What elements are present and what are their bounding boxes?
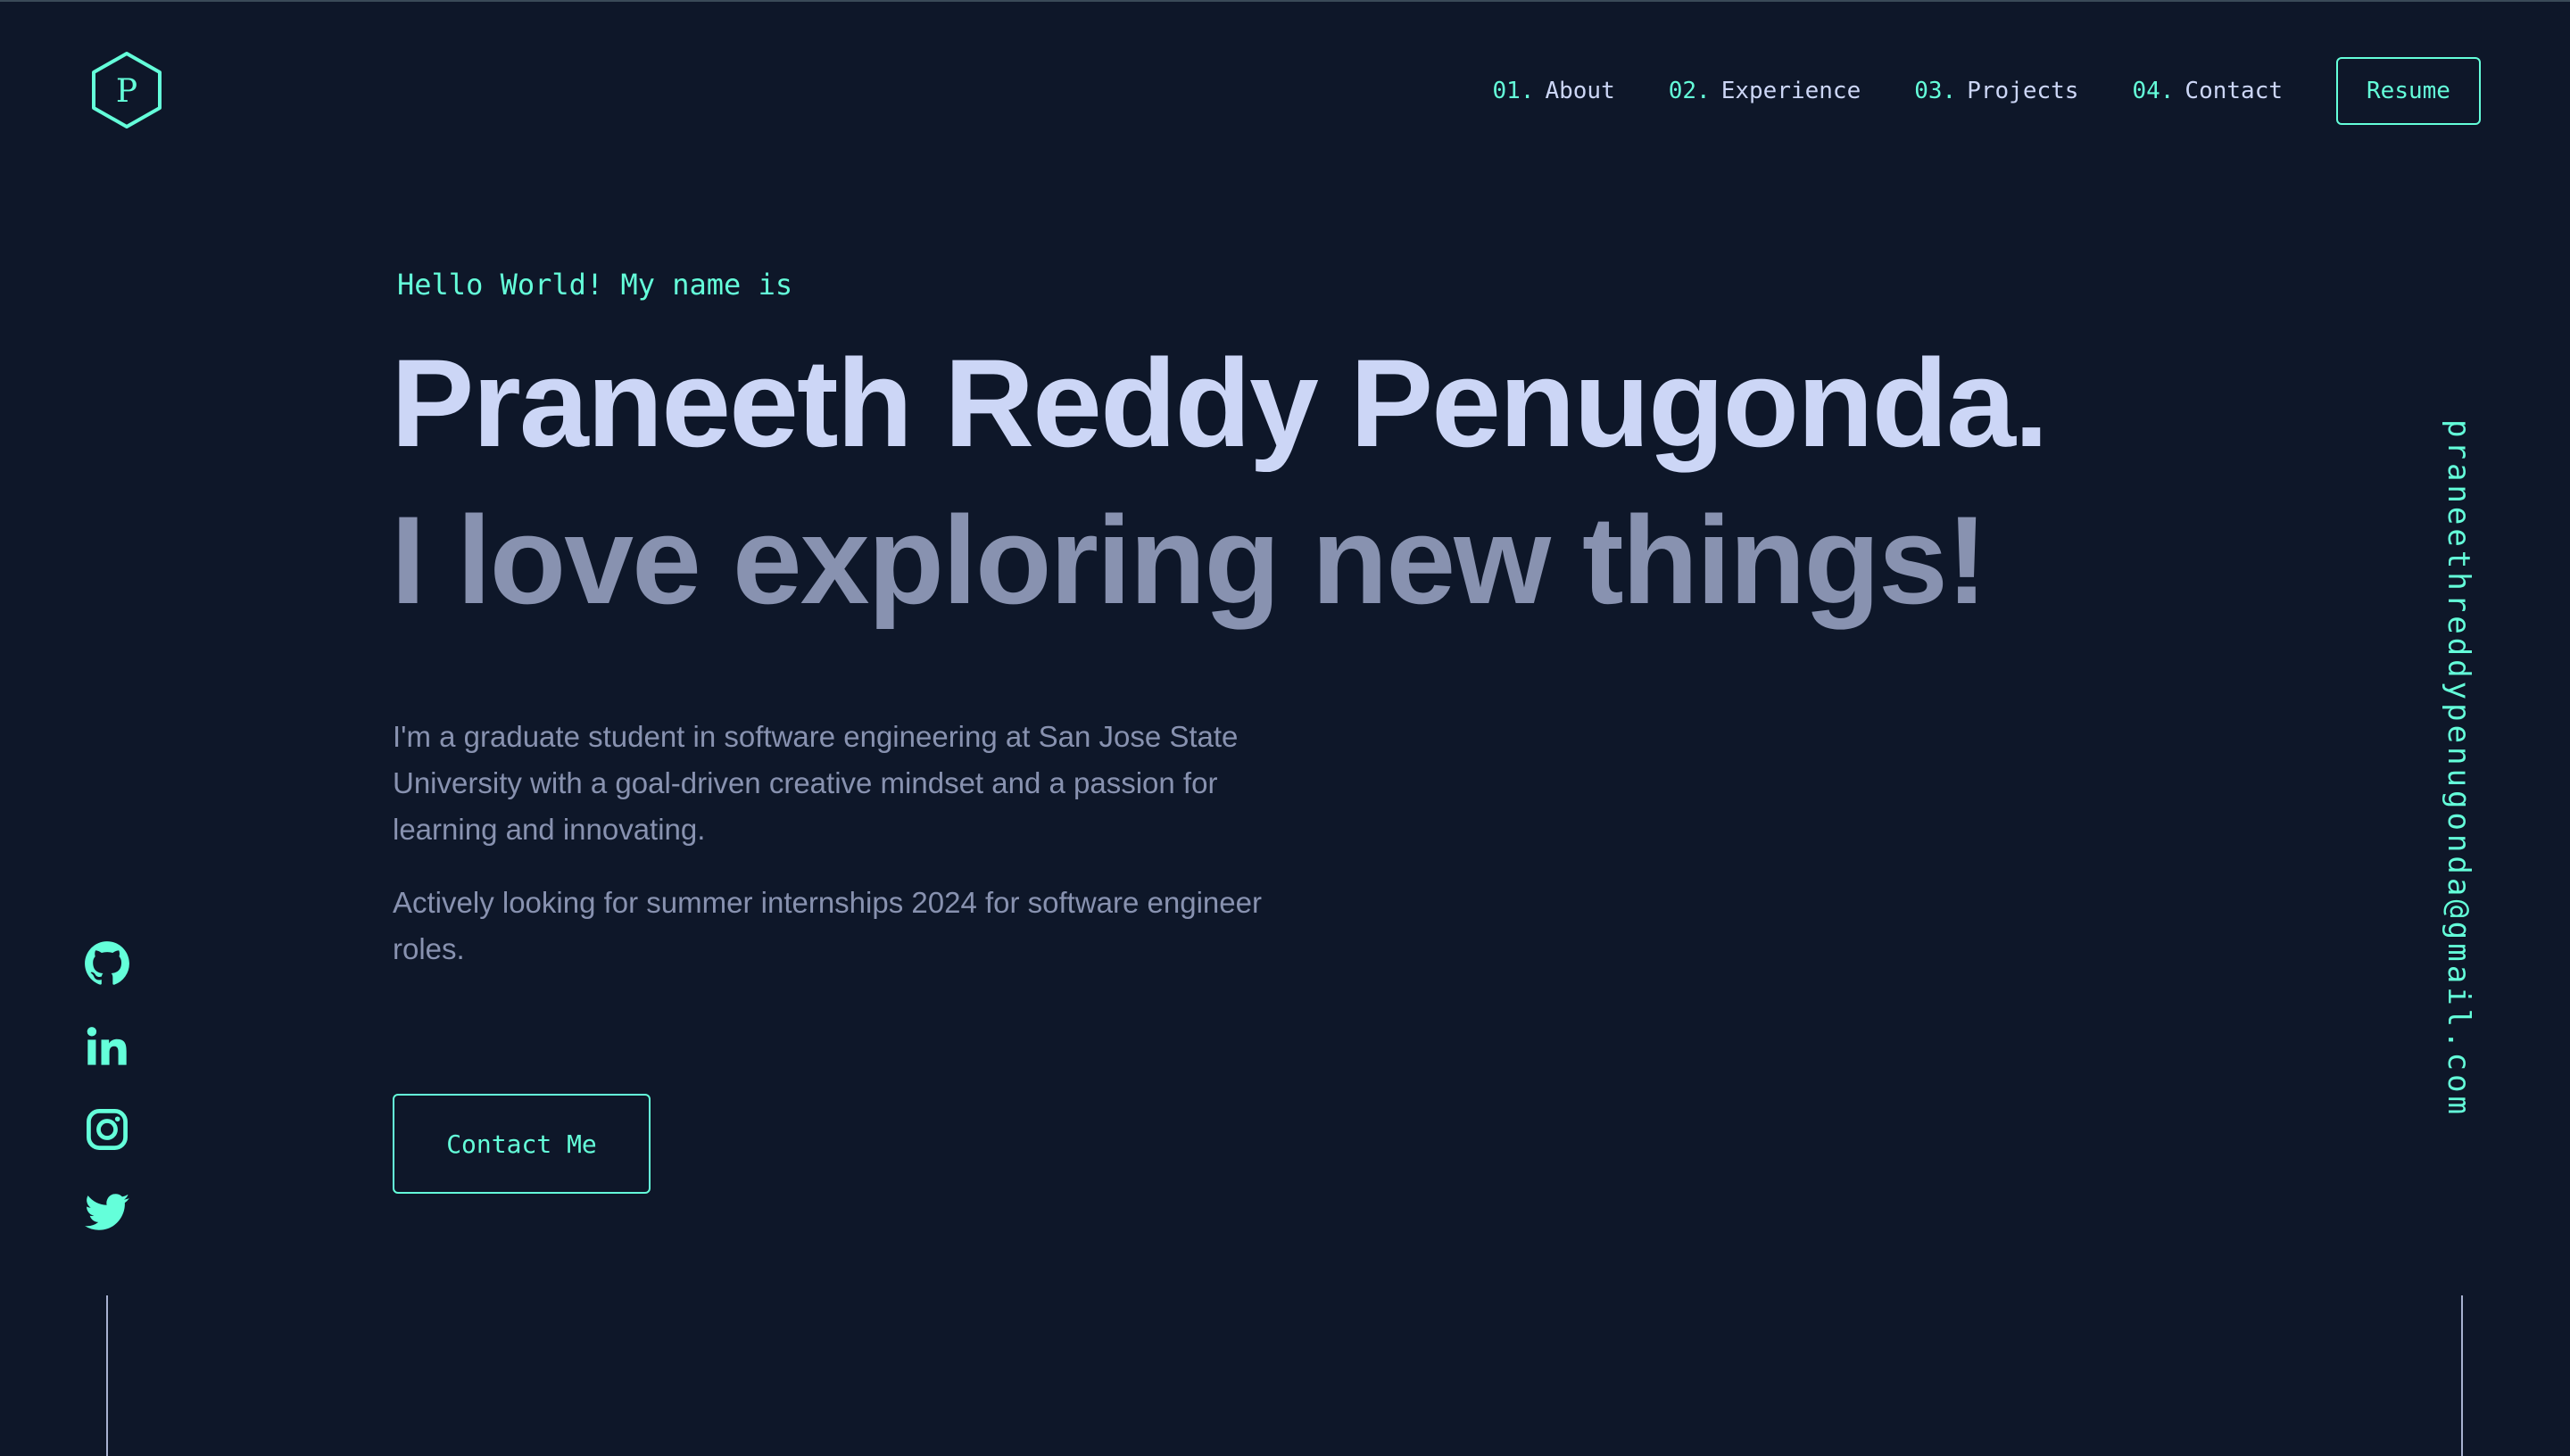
nav-number: 02. [1668, 78, 1711, 104]
nav-contact[interactable]: 04. Contact [2132, 78, 2283, 104]
github-link[interactable] [84, 940, 130, 987]
bio-paragraph: I'm a graduate student in software engin… [393, 720, 1239, 846]
nav-number: 01. [1492, 78, 1535, 104]
nav-label: About [1545, 78, 1615, 104]
instagram-link[interactable] [84, 1106, 130, 1153]
bio-paragraph: Actively looking for summer internships … [393, 886, 1262, 965]
logo-letter: P [116, 73, 137, 110]
twitter-link[interactable] [84, 1189, 130, 1236]
email-link[interactable]: praneethreddypenugonda@gmail.com [2441, 419, 2476, 1118]
right-divider-line [2461, 1295, 2463, 1456]
nav-number: 04. [2132, 78, 2175, 104]
nav-number: 03. [1914, 78, 1957, 104]
nav-projects[interactable]: 03. Projects [1914, 78, 2078, 104]
hero-greeting: Hello World! My name is [397, 268, 793, 302]
hero-tagline: I love exploring new things! [391, 490, 1988, 630]
nav-experience[interactable]: 02. Experience [1669, 78, 1861, 104]
nav-about[interactable]: 01. About [1492, 78, 1614, 104]
instagram-icon [87, 1109, 128, 1150]
linkedin-link[interactable] [84, 1023, 130, 1070]
hero-name: Praneeth Reddy Penugonda. [391, 333, 2049, 473]
contact-me-button[interactable]: Contact Me [393, 1094, 651, 1194]
nav-label: Projects [1967, 78, 2079, 104]
twitter-icon [85, 1194, 129, 1230]
hero-bio: I'm a graduate student in software engin… [393, 714, 1312, 999]
nav-label: Contact [2184, 78, 2283, 104]
github-icon [85, 941, 129, 985]
top-border [0, 0, 2570, 2]
main-nav: 01. About 02. Experience 03. Projects 04. Co… [1492, 55, 2481, 127]
left-divider-line [106, 1295, 108, 1456]
social-links [84, 940, 130, 1272]
hexagon-logo-icon: P [92, 52, 162, 128]
linkedin-icon [87, 1027, 127, 1065]
resume-button[interactable]: Resume [2336, 57, 2481, 125]
logo-hexagon[interactable]: P [89, 50, 164, 130]
nav-label: Experience [1720, 78, 1861, 104]
